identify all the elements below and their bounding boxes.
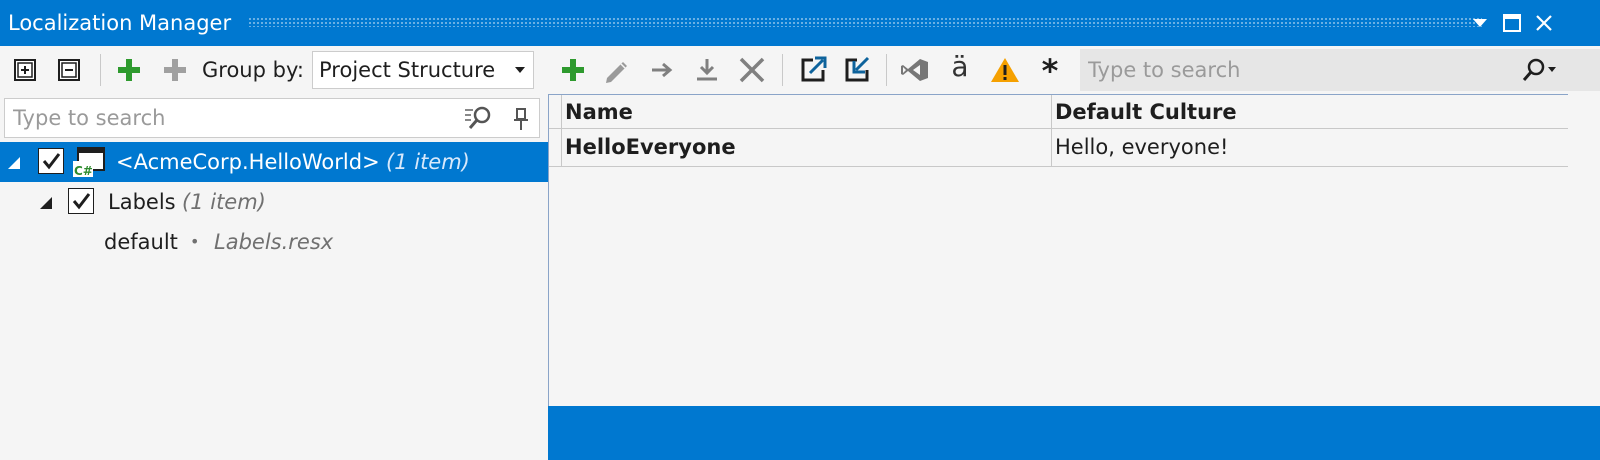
toolbar-separator <box>782 54 783 86</box>
tree-item-labels[interactable]: Labels (1 item) <box>0 182 548 222</box>
grid-right-margin <box>1568 94 1600 456</box>
asterisk-icon[interactable]: * <box>1035 53 1065 89</box>
arrow-right-icon[interactable] <box>647 55 677 85</box>
cell-name[interactable]: HelloEveryone <box>561 129 1051 166</box>
project-name: <AcmeCorp.HelloWorld> <box>116 150 380 174</box>
import-icon[interactable] <box>842 54 872 84</box>
collapse-all-icon[interactable] <box>54 55 84 85</box>
resource-grid: Name Default Culture HelloEveryone Hello… <box>548 94 1569 456</box>
add-project-icon[interactable] <box>114 55 144 85</box>
tree-item-file[interactable]: default • Labels.resx <box>0 222 548 262</box>
folder-name: Labels <box>108 190 176 214</box>
title-grip[interactable] <box>248 17 1482 27</box>
export-icon[interactable] <box>798 54 828 84</box>
left-pane: Group by: Project Structure C# <Acme <box>0 46 548 460</box>
right-search-input[interactable] <box>1080 49 1500 91</box>
file-name: Labels.resx <box>214 230 334 254</box>
chevron-down-icon <box>515 67 525 73</box>
project-checkbox[interactable] <box>38 148 64 174</box>
column-header-default-culture[interactable]: Default Culture <box>1051 95 1569 129</box>
pin-icon[interactable] <box>509 105 533 133</box>
group-by-value: Project Structure <box>319 58 496 82</box>
add-culture-icon[interactable] <box>160 55 190 85</box>
maximize-icon[interactable] <box>1498 9 1526 37</box>
toolbar-separator <box>886 54 887 86</box>
delete-icon[interactable] <box>737 55 767 85</box>
folder-item-count: (1 item) <box>182 190 266 214</box>
close-icon[interactable] <box>1530 9 1558 37</box>
visual-studio-icon[interactable] <box>900 55 930 85</box>
search-options-icon[interactable] <box>463 104 495 132</box>
left-search-input[interactable] <box>5 99 445 137</box>
file-separator: • <box>190 232 200 251</box>
left-toolbar: Group by: Project Structure <box>0 46 548 94</box>
download-icon[interactable] <box>692 55 722 85</box>
tree-item-project[interactable]: C# <AcmeCorp.HelloWorld> (1 item) <box>0 142 548 182</box>
title-bar: Localization Manager <box>0 0 1600 46</box>
left-search-box <box>4 98 540 138</box>
pencil-icon[interactable] <box>602 55 632 85</box>
cell-default-culture[interactable]: Hello, everyone! <box>1051 129 1569 166</box>
search-icon[interactable] <box>1516 57 1560 83</box>
right-pane: ä * Name Default Culture HelloEveryone H… <box>548 46 1600 460</box>
labels-checkbox[interactable] <box>68 188 94 214</box>
right-search-box <box>1080 49 1600 91</box>
expand-all-icon[interactable] <box>10 55 40 85</box>
right-toolbar: ä * <box>548 46 1600 94</box>
column-header-name[interactable]: Name <box>561 95 1051 129</box>
toolbar-separator <box>100 54 101 86</box>
svg-text:C#: C# <box>74 164 93 178</box>
group-by-dropdown[interactable]: Project Structure <box>312 51 534 89</box>
status-bar <box>548 406 1600 460</box>
add-key-icon[interactable] <box>558 55 588 85</box>
project-item-count: (1 item) <box>386 150 470 174</box>
warning-icon[interactable] <box>990 55 1020 85</box>
expanded-triangle-icon[interactable] <box>40 197 52 209</box>
window-title: Localization Manager <box>8 11 232 35</box>
dropdown-menu-icon[interactable] <box>1466 9 1494 37</box>
expanded-triangle-icon[interactable] <box>8 157 20 169</box>
grid-header: Name Default Culture <box>549 95 1569 129</box>
group-by-label: Group by: <box>202 58 304 82</box>
file-culture: default <box>104 230 178 254</box>
csharp-project-icon: C# <box>72 146 106 178</box>
language-icon[interactable]: ä <box>945 52 975 82</box>
table-row[interactable]: HelloEveryone Hello, everyone! <box>549 129 1569 167</box>
